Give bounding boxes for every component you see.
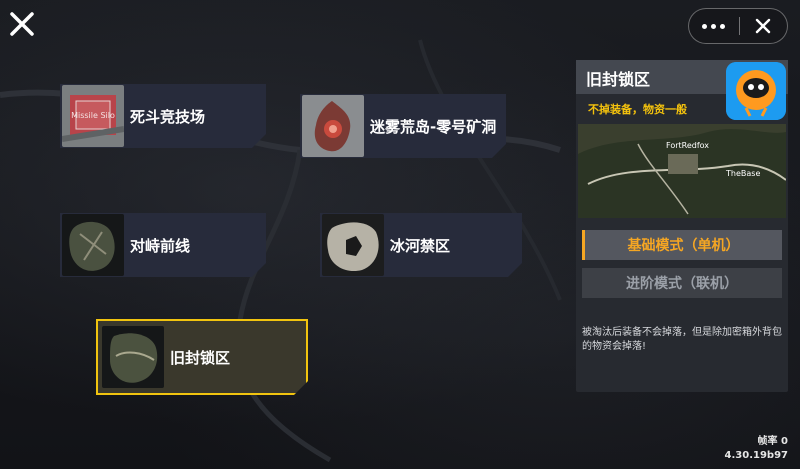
fps-label: 帧率 0 [757,436,788,447]
map-card-lockdown[interactable]: 旧封锁区 [96,319,308,395]
more-dots-icon[interactable] [689,9,739,43]
panel-subtitle: 不掉装备，物资一般 [588,103,687,116]
version-label: 4.30.19b97 [724,450,788,461]
panel-map-preview: FortRedfox TheBase [578,124,786,218]
svg-text:Missile Silo: Missile Silo [71,111,115,120]
glacier-thumb [322,214,384,276]
panel-note: 被淘汰后装备不会掉落，但是除加密箱外背包的物资会掉落! [582,327,782,352]
capsule-close-button[interactable] [739,9,787,43]
island-thumb [302,95,364,157]
map-name: 死斗竞技场 [130,107,206,126]
mascot-app-icon[interactable] [726,62,786,120]
map-name: 迷雾荒岛-零号矿洞 [370,117,497,136]
panel-title: 旧封锁区 [586,70,651,89]
map-name: 冰河禁区 [390,236,451,255]
footer-info: 帧率 0 4.30.19b97 [725,435,788,463]
arena-thumb: Missile Silo [62,85,124,147]
mode-basic-offline-button[interactable]: 基础模式（单机） [582,230,782,260]
svg-text:TheBase: TheBase [725,169,760,178]
mode-advanced-online-button[interactable]: 进阶模式（联机） [582,268,782,298]
map-card-front[interactable]: 对峙前线 [60,213,266,277]
map-card-glacier[interactable]: 冰河禁区 [320,213,522,277]
mini-program-capsule [688,8,788,44]
map-info-panel: 旧封锁区 不掉装备，物资一般 FortRedfox TheBase 基础模式（单… [576,60,788,392]
map-name: 旧封锁区 [170,348,231,367]
lockdown-thumb [102,326,164,388]
front-thumb [62,214,124,276]
close-icon[interactable] [6,8,38,40]
svg-text:FortRedfox: FortRedfox [666,141,709,150]
map-name: 对峙前线 [130,236,191,255]
map-card-island[interactable]: 迷雾荒岛-零号矿洞 [300,94,506,158]
close-icon [756,18,771,34]
map-card-arena[interactable]: Missile Silo 死斗竞技场 [60,84,266,148]
